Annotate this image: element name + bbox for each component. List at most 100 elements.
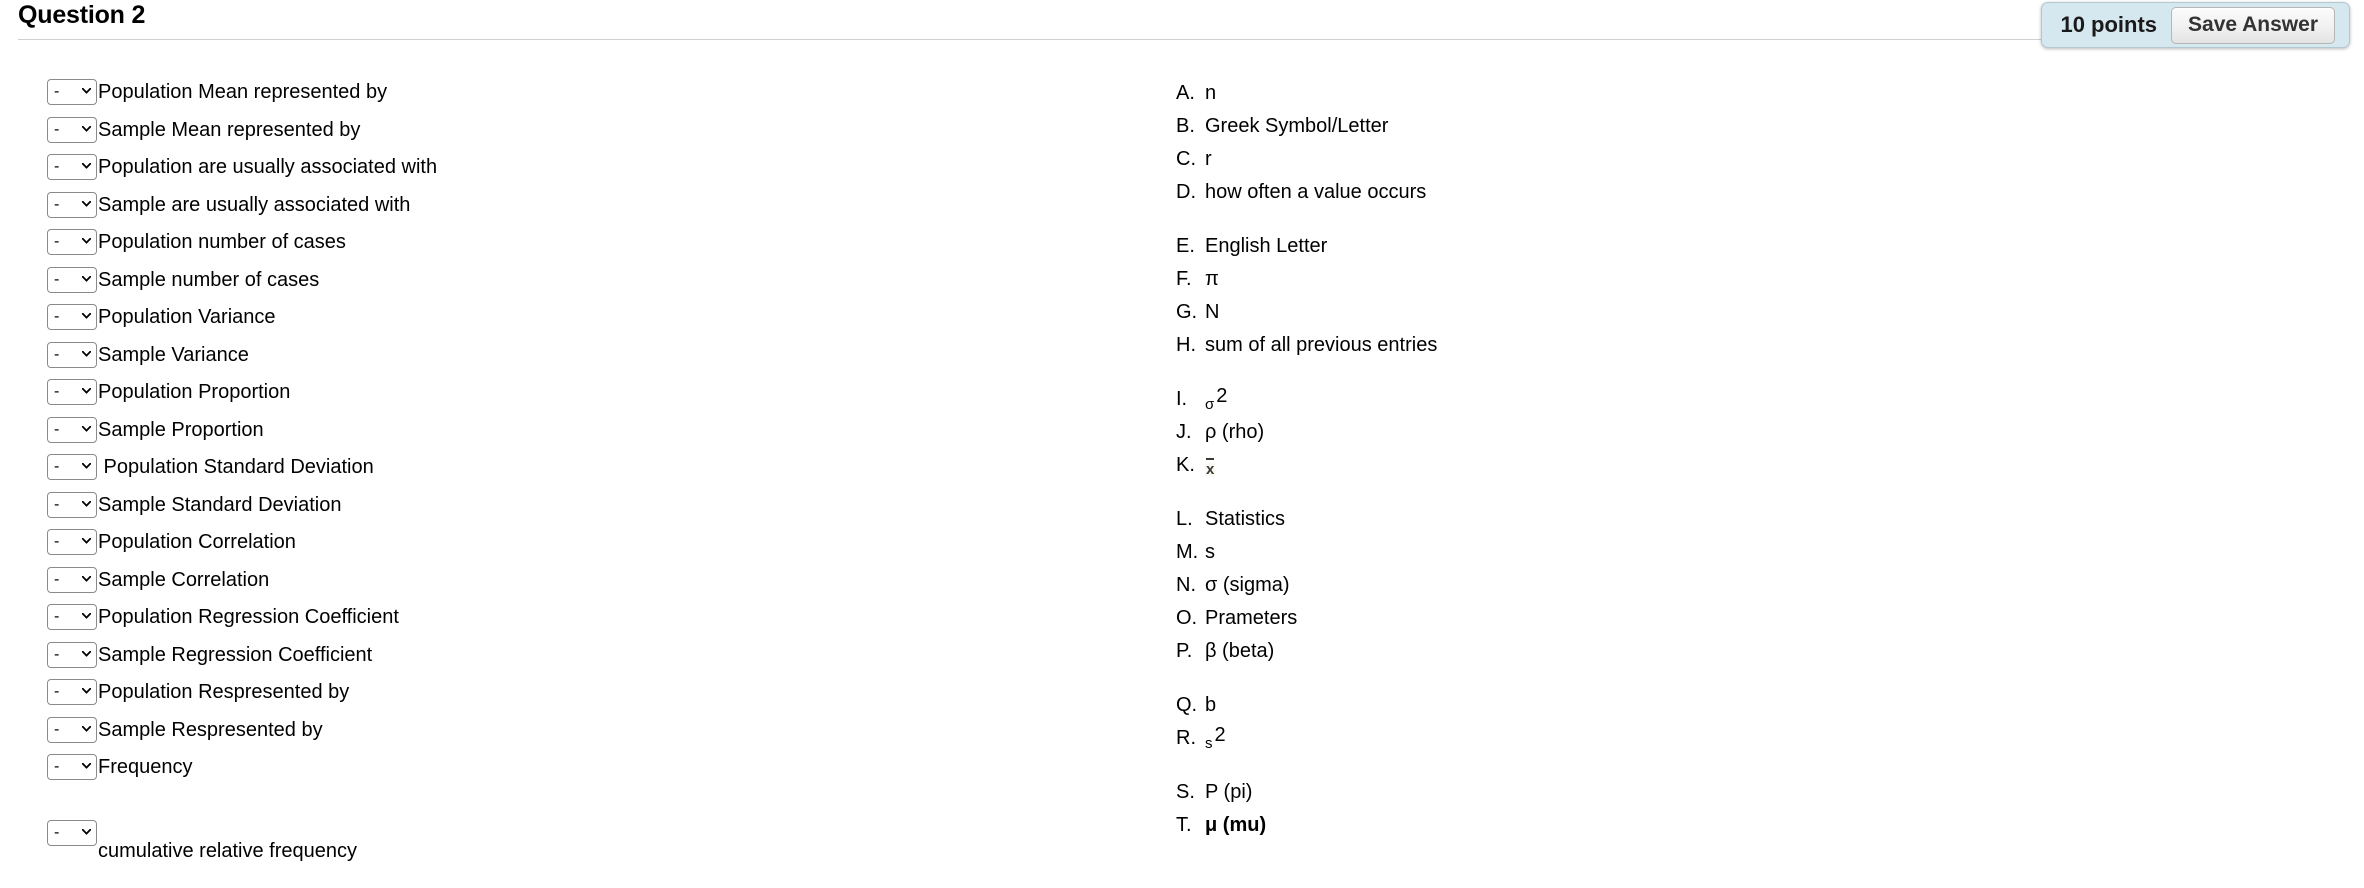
answer-option-letter: S.	[1176, 781, 1195, 803]
squared-exponent: 2	[1216, 385, 1228, 407]
answer-option-letter: O.	[1176, 607, 1198, 629]
answer-option: I. σ 2	[1176, 385, 1437, 419]
matching-row: -ABCDEFGHIJKLMNOPQRSTSample Regression C…	[47, 641, 437, 680]
answer-select-3[interactable]: -ABCDEFGHIJKLMNOPQRST	[47, 191, 97, 218]
matching-prompt-label: Population Correlation	[98, 531, 296, 553]
matching-row: -ABCDEFGHIJKLMNOPQRSTPopulation Resprese…	[47, 679, 437, 717]
answer-option: K. x	[1176, 452, 1437, 485]
answer-select-19[interactable]: -ABCDEFGHIJKLMNOPQRST	[47, 819, 97, 846]
answer-option-letter: P.	[1176, 640, 1193, 662]
points-label: 10 points	[2060, 12, 2158, 37]
matching-prompt-label: Sample Standard Deviation	[98, 493, 342, 516]
answer-select-input-7[interactable]: -ABCDEFGHIJKLMNOPQRST	[47, 341, 97, 368]
answer-select-0[interactable]: -ABCDEFGHIJKLMNOPQRST	[47, 79, 97, 105]
answer-select-18[interactable]: -ABCDEFGHIJKLMNOPQRST	[47, 754, 97, 780]
answer-option-letter: C.	[1176, 148, 1196, 170]
answer-select-input-4[interactable]: -ABCDEFGHIJKLMNOPQRST	[47, 229, 97, 255]
answer-select-16[interactable]: -ABCDEFGHIJKLMNOPQRST	[47, 679, 97, 705]
answer-select-input-6[interactable]: -ABCDEFGHIJKLMNOPQRST	[47, 304, 97, 330]
answer-option-text-xbar: x	[1205, 452, 1216, 478]
page-title: Question 2	[18, 1, 146, 29]
answer-select-15[interactable]: -ABCDEFGHIJKLMNOPQRST	[47, 641, 97, 668]
answer-select-input-17[interactable]: -ABCDEFGHIJKLMNOPQRST	[47, 716, 97, 743]
answer-select-8[interactable]: -ABCDEFGHIJKLMNOPQRST	[47, 379, 97, 405]
answer-select-4[interactable]: -ABCDEFGHIJKLMNOPQRST	[47, 229, 97, 255]
x-bar-symbol: x	[1205, 458, 1216, 477]
answer-option-text: β (beta)	[1205, 640, 1275, 662]
answer-select-14[interactable]: -ABCDEFGHIJKLMNOPQRST	[47, 604, 97, 630]
answer-option: B. Greek Symbol/Letter	[1176, 113, 1437, 146]
answer-option-text: English Letter	[1205, 235, 1328, 257]
matching-prompt-label: Sample Respresented by	[98, 718, 323, 741]
answer-option: Q. b	[1176, 692, 1437, 725]
answer-option-text: s	[1205, 541, 1215, 563]
answer-select-11[interactable]: -ABCDEFGHIJKLMNOPQRST	[47, 491, 97, 518]
matching-row: -ABCDEFGHIJKLMNOPQRSTSample number of ca…	[47, 266, 437, 305]
squared-exponent: 2	[1214, 724, 1226, 746]
answer-option-text: N	[1205, 301, 1220, 323]
answer-select-input-2[interactable]: -ABCDEFGHIJKLMNOPQRST	[47, 154, 97, 180]
matching-prompt-label: Sample number of cases	[98, 268, 320, 291]
answer-select-13[interactable]: -ABCDEFGHIJKLMNOPQRST	[47, 566, 97, 593]
answer-select-7[interactable]: -ABCDEFGHIJKLMNOPQRST	[47, 341, 97, 368]
answer-select-9[interactable]: -ABCDEFGHIJKLMNOPQRST	[47, 416, 97, 443]
answer-select-input-14[interactable]: -ABCDEFGHIJKLMNOPQRST	[47, 604, 97, 630]
answer-option: J. ρ (rho)	[1176, 419, 1437, 452]
answer-select-input-12[interactable]: -ABCDEFGHIJKLMNOPQRST	[47, 529, 97, 555]
matching-prompt-label: Sample Variance	[98, 343, 249, 366]
answer-option-text-squared: σ2	[1205, 385, 1228, 414]
answer-option-text: Greek Symbol/Letter	[1205, 115, 1389, 137]
answer-option-text: ρ (rho)	[1205, 421, 1265, 443]
answer-select-input-8[interactable]: -ABCDEFGHIJKLMNOPQRST	[47, 379, 97, 405]
answer-option: T. μ (mu)	[1176, 812, 1437, 845]
answer-option-letter: F.	[1176, 268, 1192, 290]
answer-select-input-11[interactable]: -ABCDEFGHIJKLMNOPQRST	[47, 491, 97, 518]
matching-prompt-label: cumulative relative frequency	[98, 839, 358, 862]
matching-row: -ABCDEFGHIJKLMNOPQRSTPopulation Regressi…	[47, 604, 437, 642]
answer-select-5[interactable]: -ABCDEFGHIJKLMNOPQRST	[47, 266, 97, 293]
save-answer-button[interactable]: Save Answer	[2171, 6, 2335, 44]
answer-option-text: P (pi)	[1205, 781, 1253, 803]
matching-row: -ABCDEFGHIJKLMNOPQRSTPopulation Mean rep…	[47, 79, 437, 117]
answer-select-input-9[interactable]: -ABCDEFGHIJKLMNOPQRST	[47, 416, 97, 443]
answer-select-10[interactable]: -ABCDEFGHIJKLMNOPQRST	[47, 454, 97, 480]
matching-prompt-label: Population are usually associated with	[98, 156, 438, 178]
answer-select-input-0[interactable]: -ABCDEFGHIJKLMNOPQRST	[47, 79, 97, 105]
header-divider	[18, 39, 2338, 40]
answer-option-text: n	[1205, 82, 1217, 104]
matching-prompt-label: Population number of cases	[98, 231, 346, 253]
answer-option-text: π	[1205, 268, 1219, 290]
matching-row: -ABCDEFGHIJKLMNOPQRSTSample Respresented…	[47, 716, 437, 755]
matching-prompt-label: Frequency	[98, 756, 193, 778]
matching-prompt-label: Sample Mean represented by	[98, 118, 361, 141]
answer-option-letter: B.	[1176, 115, 1195, 137]
answer-select-17[interactable]: -ABCDEFGHIJKLMNOPQRST	[47, 716, 97, 743]
answer-select-12[interactable]: -ABCDEFGHIJKLMNOPQRST	[47, 529, 97, 555]
matching-row: -ABCDEFGHIJKLMNOPQRSTPopulation Correlat…	[47, 529, 437, 567]
answer-option-letter: J.	[1176, 421, 1192, 443]
answer-select-input-16[interactable]: -ABCDEFGHIJKLMNOPQRST	[47, 679, 97, 705]
answer-select-2[interactable]: -ABCDEFGHIJKLMNOPQRST	[47, 154, 97, 180]
answer-select-input-1[interactable]: -ABCDEFGHIJKLMNOPQRST	[47, 116, 97, 143]
answer-option: R. s 2	[1176, 724, 1437, 758]
answer-option: L. Statistics	[1176, 506, 1437, 539]
matching-prompt-label: Population Variance	[98, 306, 276, 328]
matching-row: -ABCDEFGHIJKLMNOPQRSTSample Variance	[47, 341, 437, 380]
answer-option: C. r	[1176, 146, 1437, 179]
answer-option-letter: Q.	[1176, 694, 1198, 716]
answer-option-letter: M.	[1176, 541, 1199, 563]
answer-select-input-10[interactable]: -ABCDEFGHIJKLMNOPQRST	[47, 454, 97, 480]
answer-option-text-squared: s2	[1205, 724, 1226, 753]
answer-select-input-3[interactable]: -ABCDEFGHIJKLMNOPQRST	[47, 191, 97, 218]
answer-option: M. s	[1176, 539, 1437, 572]
answer-select-input-15[interactable]: -ABCDEFGHIJKLMNOPQRST	[47, 641, 97, 668]
answer-select-input-18[interactable]: -ABCDEFGHIJKLMNOPQRST	[47, 754, 97, 780]
answer-select-1[interactable]: -ABCDEFGHIJKLMNOPQRST	[47, 116, 97, 143]
answer-option-letter: G.	[1176, 301, 1198, 323]
answer-option-letter: K.	[1176, 454, 1195, 476]
answer-select-input-19[interactable]: -ABCDEFGHIJKLMNOPQRST	[47, 819, 97, 846]
answer-select-6[interactable]: -ABCDEFGHIJKLMNOPQRST	[47, 304, 97, 330]
answer-select-input-13[interactable]: -ABCDEFGHIJKLMNOPQRST	[47, 566, 97, 593]
answer-select-input-5[interactable]: -ABCDEFGHIJKLMNOPQRST	[47, 266, 97, 293]
matching-prompt-label: Population Regression Coefficient	[98, 606, 399, 628]
